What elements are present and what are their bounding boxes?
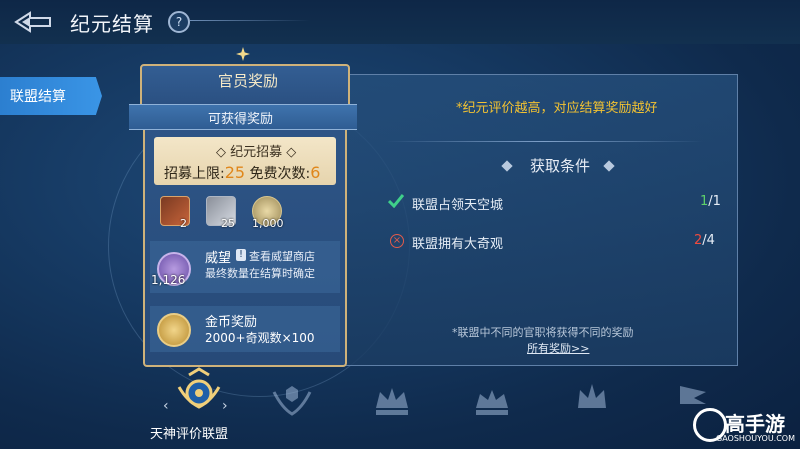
condition-progress: 2/4 xyxy=(694,233,715,248)
x-circle-icon: × xyxy=(390,234,404,248)
recruit-title: ◇ 纪元招募 ◇ xyxy=(216,145,297,160)
back-arrow-icon[interactable] xyxy=(14,10,54,34)
check-icon xyxy=(388,194,404,208)
progress-total: /4 xyxy=(702,233,715,248)
condition-label: 联盟拥有大奇观 xyxy=(412,237,504,252)
star-icon xyxy=(236,47,250,61)
prestige-desc: 最终数量在结算时确定 xyxy=(205,267,315,280)
rank-reward-note: *联盟中不同的官职将获得不同的奖励 xyxy=(452,326,634,339)
selected-rank-label: 天神评价联盟 xyxy=(150,427,229,442)
item-count: 1,000 xyxy=(252,217,284,230)
item-count: 2 xyxy=(180,217,187,230)
gold-title: 金币奖励 xyxy=(205,315,258,330)
item-count: 25 xyxy=(221,217,235,230)
exclamation-icon: ! xyxy=(236,249,246,261)
prestige-shop-link[interactable]: 查看威望商店 xyxy=(249,248,315,264)
crown-icon[interactable] xyxy=(572,382,612,416)
reward-card-title: 官员奖励 xyxy=(218,72,279,90)
condition-progress: 1/1 xyxy=(700,194,721,209)
question-icon[interactable]: ? xyxy=(168,11,190,33)
prestige-title: 威望 xyxy=(205,251,232,266)
chevron-right-icon[interactable]: › xyxy=(222,398,228,414)
gold-coin-icon[interactable] xyxy=(157,313,191,347)
watermark-text: 高手游 xyxy=(725,412,785,436)
gold-desc: 2000+奇观数×100 xyxy=(205,331,315,345)
reward-card-subtitle: 可获得奖励 xyxy=(208,112,274,127)
recruit-limit-value: 25 xyxy=(224,163,246,182)
divider xyxy=(385,141,703,142)
wing-crest-icon[interactable] xyxy=(272,384,312,418)
crown-icon[interactable] xyxy=(472,384,512,418)
all-rewards-link[interactable]: 所有奖励>> xyxy=(527,340,589,356)
title-divider xyxy=(190,20,310,21)
watermark-sub: GAOSHOUYOU.COM xyxy=(716,434,796,443)
chevron-left-icon[interactable]: ‹ xyxy=(163,398,169,414)
evaluation-tip: *纪元评价越高，对应结算奖励越好 xyxy=(456,101,658,116)
recruit-stats: 招募上限:25 免费次数:6 xyxy=(164,163,320,183)
prestige-count: 1,126 xyxy=(151,273,186,287)
condition-label: 联盟占领天空城 xyxy=(412,198,504,213)
conditions-panel xyxy=(340,74,738,366)
conditions-title: 获取条件 xyxy=(530,157,591,175)
recruit-free-label: 免费次数: xyxy=(249,166,311,182)
sidebar-item-label: 联盟结算 xyxy=(10,89,66,105)
recruit-free-value: 6 xyxy=(310,163,321,182)
wing-crest-icon[interactable] xyxy=(171,367,227,421)
recruit-limit-label: 招募上限: xyxy=(164,166,225,182)
progress-total: /1 xyxy=(708,194,721,209)
page-title: 纪元结算 xyxy=(70,12,154,36)
crown-icon[interactable] xyxy=(372,384,412,418)
